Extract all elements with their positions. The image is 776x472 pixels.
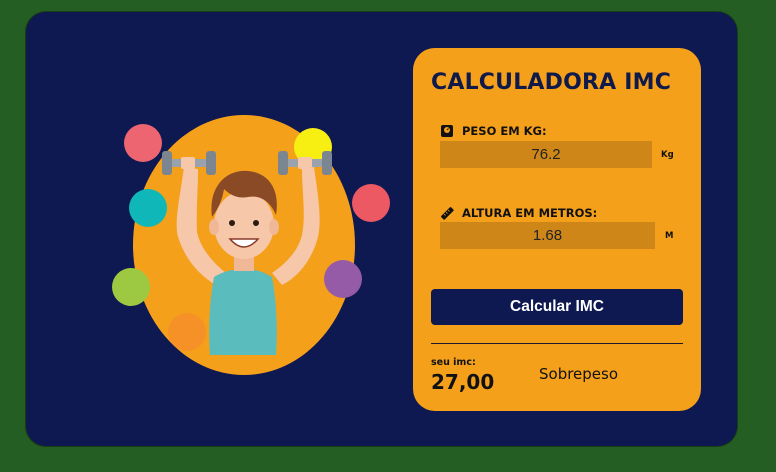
imc-calculator-panel: CALCULADORA IMC PESO EM KG: Kg ALTURA EM… [413, 48, 701, 411]
ball-green [112, 268, 150, 306]
main-card: CALCULADORA IMC PESO EM KG: Kg ALTURA EM… [26, 12, 737, 446]
result-label: seu imc: [431, 357, 476, 368]
ruler-icon [441, 207, 454, 220]
ball-orange [168, 313, 206, 351]
calculate-imc-button[interactable]: Calcular IMC [431, 289, 683, 325]
scale-icon [441, 125, 453, 137]
head [214, 191, 274, 259]
weight-label: PESO EM KG: [462, 124, 547, 138]
weight-label-row: PESO EM KG: [440, 124, 547, 138]
height-input[interactable] [440, 222, 655, 249]
height-label: ALTURA EM METROS: [462, 206, 598, 220]
tank-top [209, 269, 277, 355]
ball-teal [129, 189, 167, 227]
ball-red-top-left [124, 124, 162, 162]
fitness-man-illustration [112, 115, 390, 375]
imc-classification: Sobrepeso [539, 365, 619, 383]
weight-unit: Kg [661, 150, 674, 160]
right-ear [269, 219, 279, 235]
height-label-row: ALTURA EM METROS: [440, 206, 597, 220]
ball-purple [324, 260, 362, 298]
weight-input[interactable] [440, 141, 652, 168]
left-eye [229, 220, 235, 226]
height-unit: M [665, 231, 674, 241]
right-eye [253, 220, 259, 226]
imc-result-value: 27,00 [431, 370, 495, 394]
ball-red-right [352, 184, 390, 222]
result-divider [431, 343, 683, 344]
calculator-title: CALCULADORA IMC [431, 70, 672, 95]
left-ear [209, 219, 219, 235]
